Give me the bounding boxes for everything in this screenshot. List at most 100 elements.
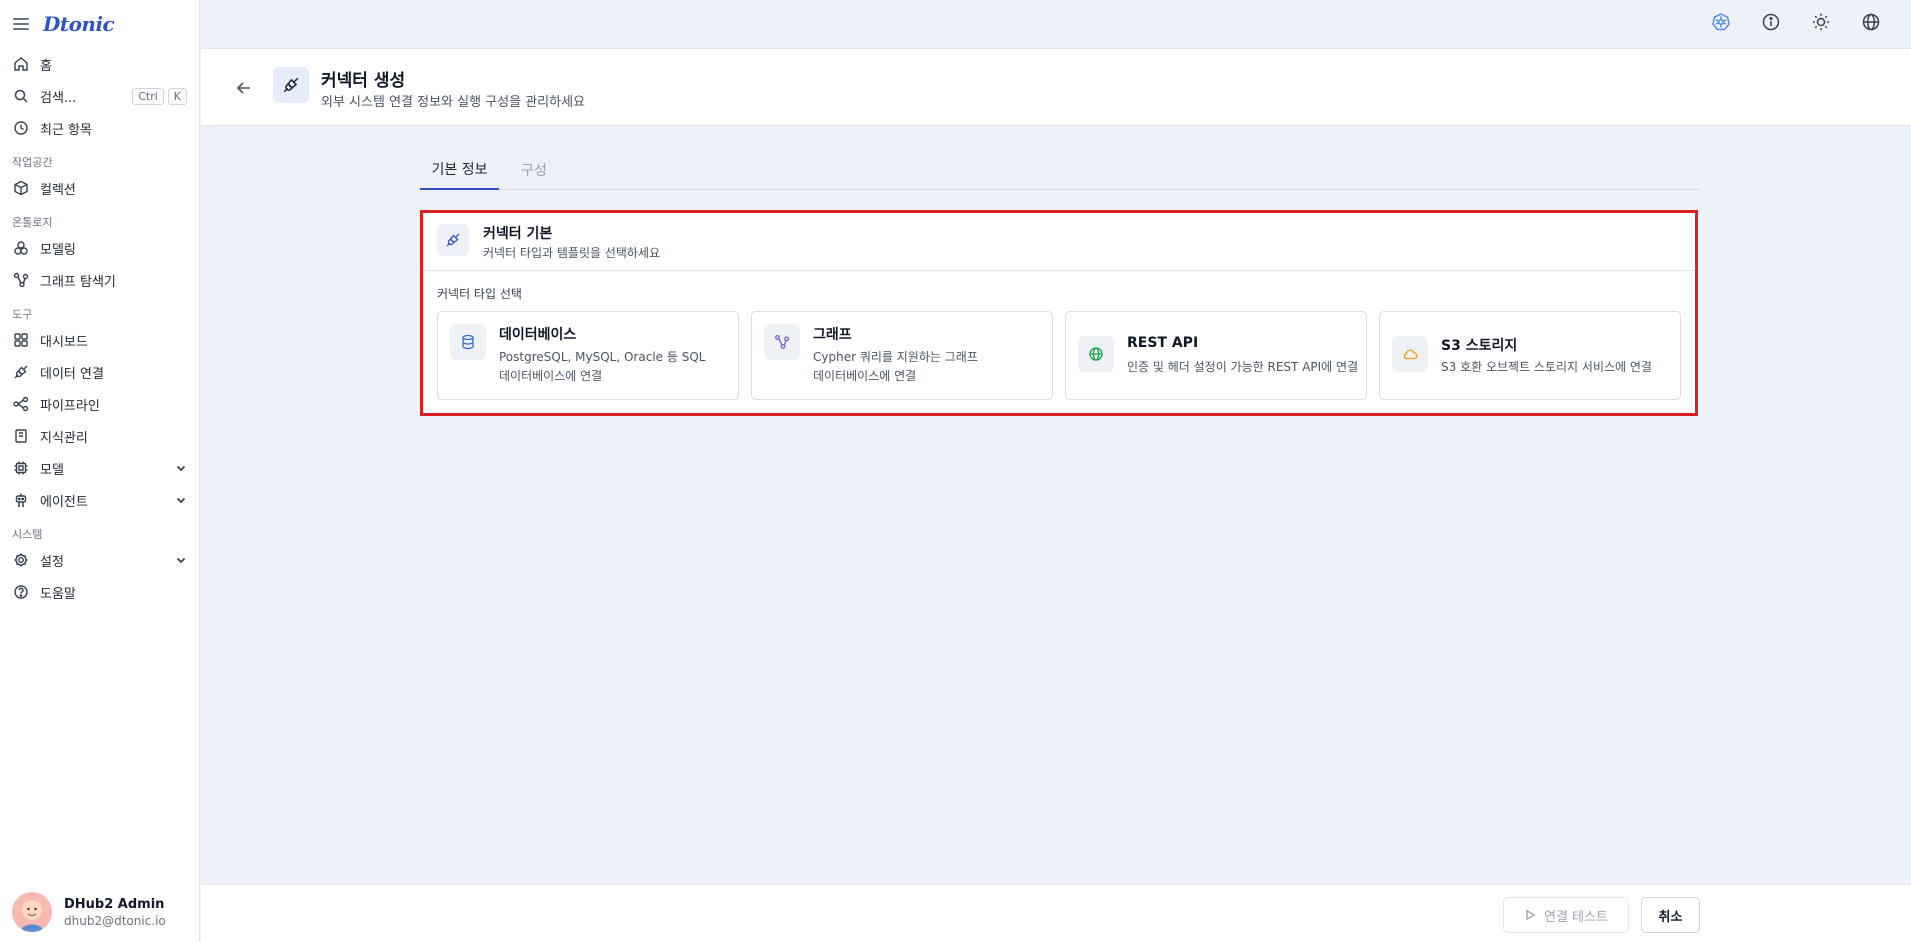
section-workspace: 작업공간 (12, 156, 53, 169)
sidebar-item-settings[interactable]: 설정 (0, 544, 199, 576)
type-description: PostgreSQL, MySQL, Oracle 등 SQL 데이터베이스에 … (499, 348, 729, 386)
sidebar-item-label: 홈 (40, 58, 52, 74)
plug-icon (446, 233, 460, 247)
sidebar-item-home[interactable]: 홈 (0, 48, 199, 80)
connector-basic-card: 커넥터 기본 커넥터 타입과 템플릿을 선택하세요 커넥터 타입 선택 데이터베… (420, 210, 1698, 416)
connection-test-label: 연결 테스트 (1544, 909, 1608, 925)
sidebar-item-label: 데이터 연결 (40, 366, 104, 382)
cloud-icon (1403, 349, 1418, 360)
page-subtitle: 외부 시스템 연결 정보와 실행 구성을 관리하세요 (321, 95, 585, 110)
chevron-down-icon[interactable] (175, 462, 187, 474)
sidebar-item-label: 모델 (40, 462, 64, 478)
help-icon (14, 585, 28, 599)
tab-configuration[interactable]: 구성 (514, 150, 554, 190)
page-footer: 연결 테스트 취소 (201, 884, 1911, 942)
sidebar-item-pipeline[interactable]: 파이프라인 (0, 388, 199, 420)
card-icon-badge (437, 224, 469, 256)
connection-test-button[interactable]: 연결 테스트 (1503, 897, 1629, 933)
type-description-line: PostgreSQL, MySQL, Oracle 등 SQL (499, 350, 706, 364)
type-icon-badge (450, 324, 486, 360)
app-logo[interactable]: Dtonic (43, 12, 115, 36)
chip-icon (14, 461, 28, 475)
type-option-graph[interactable]: 그래프 Cypher 쿼리를 지원하는 그래프 데이터베이스에 연결 (751, 311, 1053, 400)
type-name: 그래프 (813, 327, 852, 343)
sidebar-item-search[interactable]: 검색... Ctrl K (0, 80, 199, 112)
sidebar-item-recent[interactable]: 최근 항목 (0, 112, 199, 144)
sidebar-item-label: 지식관리 (40, 430, 88, 446)
top-toolbar (1711, 12, 1881, 32)
card-title: 커넥터 기본 (483, 226, 553, 242)
shortcut-key: K (167, 87, 187, 105)
user-email: dhub2@dtonic.io (64, 913, 166, 928)
sidebar-item-agent[interactable]: 에이전트 (0, 484, 199, 516)
globe-icon[interactable] (1861, 12, 1881, 32)
type-description-line: 데이터베이스에 연결 (499, 369, 603, 383)
connector-icon-badge (273, 67, 309, 103)
book-icon (15, 429, 27, 443)
sidebar-item-collection[interactable]: 컬렉션 (0, 172, 199, 204)
pipeline-icon (13, 396, 29, 412)
shortcut-key: Ctrl (132, 87, 164, 105)
cancel-button[interactable]: 취소 (1641, 897, 1700, 933)
info-icon[interactable] (1761, 12, 1781, 32)
sidebar-item-label: 파이프라인 (40, 398, 100, 414)
type-name: REST API (1127, 335, 1199, 351)
type-name: 데이터베이스 (499, 327, 577, 343)
type-description: 인증 및 헤더 설정이 가능한 REST API에 연결 (1127, 360, 1359, 374)
sidebar-item-modeling[interactable]: 모델링 (0, 232, 199, 264)
sidebar-item-graph-explorer[interactable]: 그래프 탐색기 (0, 264, 199, 296)
database-icon (462, 334, 474, 350)
chevron-down-icon[interactable] (175, 494, 187, 506)
play-icon (1526, 909, 1536, 921)
search-icon (14, 89, 28, 103)
back-arrow-icon[interactable] (235, 79, 253, 97)
type-option-rest-api[interactable]: REST API 인증 및 헤더 설정이 가능한 REST API에 연결 (1065, 311, 1367, 400)
type-select-label: 커넥터 타입 선택 (437, 287, 522, 301)
graph-icon (13, 272, 29, 288)
avatar-icon (12, 892, 52, 932)
card-subtitle: 커넥터 타입과 템플릿을 선택하세요 (483, 246, 661, 260)
type-description: S3 호환 오브젝트 스토리지 서비스에 연결 (1441, 360, 1652, 374)
dashboard-icon (14, 333, 28, 347)
sidebar-item-label: 모델링 (40, 242, 76, 258)
robot-icon (15, 493, 27, 507)
sidebar-item-label: 검색... (40, 90, 77, 106)
sidebar-item-label: 그래프 탐색기 (40, 274, 116, 290)
sidebar: Dtonic 홈 검색... Ctrl K 최근 항목 작업공간 컬렉션 온톨로… (0, 0, 200, 942)
sidebar-item-label: 설정 (40, 554, 64, 570)
sidebar-item-data-connection[interactable]: 데이터 연결 (0, 356, 199, 388)
type-description-line: 데이터베이스에 연결 (813, 369, 917, 383)
menu-icon[interactable] (13, 18, 29, 30)
type-icon-badge (1078, 336, 1114, 372)
gear-icon (14, 553, 28, 567)
connector-type-list: 데이터베이스 PostgreSQL, MySQL, Oracle 등 SQL 데… (437, 311, 1681, 400)
page-title: 커넥터 생성 (321, 71, 406, 91)
cube-icon (14, 180, 28, 196)
sun-icon[interactable] (1811, 12, 1831, 32)
sidebar-item-knowledge[interactable]: 지식관리 (0, 420, 199, 452)
sidebar-item-model[interactable]: 모델 (0, 452, 199, 484)
kubernetes-icon[interactable] (1711, 12, 1731, 32)
sidebar-item-label: 최근 항목 (40, 122, 92, 138)
type-name: S3 스토리지 (1441, 338, 1518, 354)
plug-icon (14, 365, 28, 379)
clock-icon (14, 121, 28, 135)
sidebar-item-dashboard[interactable]: 대시보드 (0, 324, 199, 356)
tab-basic-info[interactable]: 기본 정보 (420, 150, 499, 190)
globe-icon (1089, 347, 1103, 361)
plug-icon (283, 77, 299, 93)
chevron-down-icon[interactable] (175, 554, 187, 566)
sidebar-item-label: 컬렉션 (40, 182, 76, 198)
section-ontology: 온톨로지 (12, 216, 53, 229)
type-option-database[interactable]: 데이터베이스 PostgreSQL, MySQL, Oracle 등 SQL 데… (437, 311, 739, 400)
user-name: DHub2 Admin (64, 896, 165, 912)
sidebar-item-label: 대시보드 (40, 334, 88, 350)
section-tools: 도구 (12, 308, 33, 321)
sidebar-item-help[interactable]: 도움말 (0, 576, 199, 608)
home-icon (14, 57, 28, 71)
card-header: 커넥터 기본 커넥터 타입과 템플릿을 선택하세요 (423, 213, 1695, 271)
user-profile[interactable]: DHub2 Admin dhub2@dtonic.io (0, 882, 200, 942)
graph-icon (775, 335, 789, 349)
type-icon-badge (764, 324, 800, 360)
type-option-s3-storage[interactable]: S3 스토리지 S3 호환 오브젝트 스토리지 서비스에 연결 (1379, 311, 1681, 400)
